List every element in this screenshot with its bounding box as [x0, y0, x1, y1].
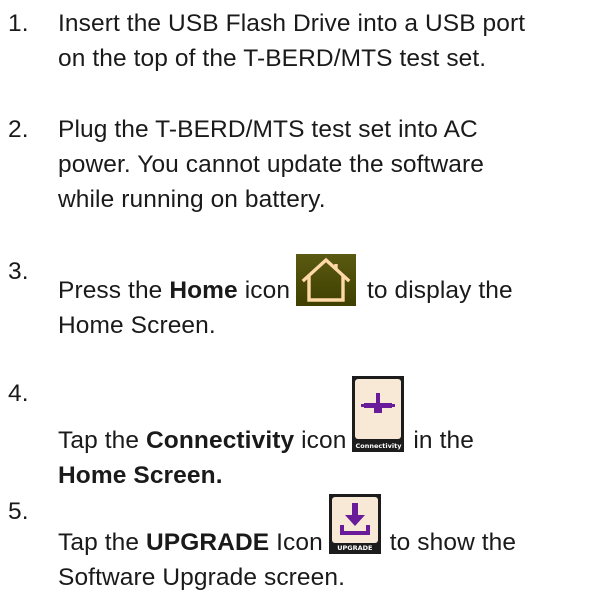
icon-caption: UPGRADE — [337, 544, 373, 552]
step-line: Home Screen. — [58, 458, 598, 493]
step-line: power. You cannot update the software — [58, 151, 484, 178]
connectivity-icon: Connectivity — [352, 376, 405, 452]
step-bold-term: Home — [169, 277, 238, 304]
step-number: 2. — [8, 116, 29, 143]
step-line: Plug the T-BERD/MTS test set into AC — [58, 116, 478, 143]
step-text: Insert the USB Flash Drive into a USB po… — [58, 6, 598, 76]
step-line: Home Screen. — [58, 312, 216, 339]
step-number: 4. — [8, 380, 29, 407]
connectivity-icon-face — [355, 379, 402, 439]
home-icon — [296, 254, 357, 306]
step-text: Plug the T-BERD/MTS test set into AC pow… — [58, 112, 598, 217]
icon-caption: Connectivity — [355, 442, 402, 450]
step-text-segment: Tap the — [58, 427, 146, 454]
step-text: Tap the Connectivity icon Connectivity i… — [58, 376, 598, 493]
step-text-segment: icon — [237, 277, 291, 304]
upgrade-icon: UPGRADE — [328, 494, 381, 554]
step-bold-term: UPGRADE — [145, 529, 270, 556]
instruction-document: 1. Insert the USB Flash Drive into a USB… — [0, 0, 603, 591]
step-text: Tap the UPGRADE Icon UPGRADE to show the… — [58, 494, 598, 595]
step-text-segment: icon — [294, 427, 347, 454]
step-number: 3. — [8, 258, 29, 285]
step-number: 5. — [8, 498, 29, 525]
step-line: Insert the USB Flash Drive into a USB po… — [58, 10, 526, 37]
step-text-segment: to show the — [382, 529, 517, 556]
step-line: Press the Home icon to display the — [58, 254, 598, 308]
step-line: Tap the Connectivity icon Connectivity i… — [58, 376, 598, 458]
step-bold-term: Connectivity — [145, 427, 295, 454]
step-text-segment: Press the — [58, 277, 170, 304]
step-text-segment: in the — [406, 427, 474, 454]
step-number: 1. — [8, 10, 29, 37]
step-text-segment: Tap the — [58, 529, 146, 556]
step-line: while running on battery. — [58, 186, 326, 213]
step-text-segment: to display the — [360, 277, 513, 304]
step-line: on the top of the T-BERD/MTS test set. — [58, 45, 487, 72]
upgrade-icon-face — [331, 497, 378, 543]
step-line: Tap the UPGRADE Icon UPGRADE to show the — [58, 494, 598, 560]
step-bold-term: Home Screen. — [58, 462, 223, 489]
step-text: Press the Home icon to display the Home … — [58, 254, 598, 343]
step-line: Software Upgrade screen. — [58, 564, 346, 591]
step-text-segment: Icon — [269, 529, 323, 556]
